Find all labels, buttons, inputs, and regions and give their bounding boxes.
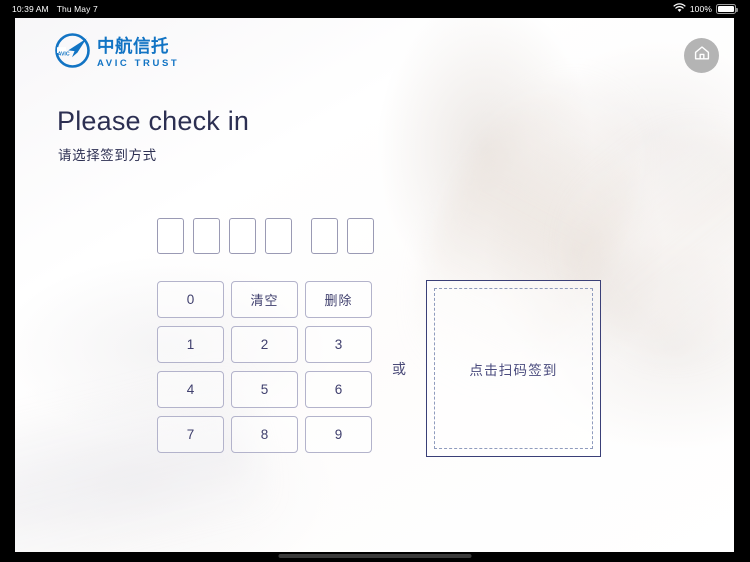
battery-percent-label: 100% — [689, 4, 712, 14]
brand-name-cn: 中航信托 — [97, 36, 169, 56]
status-time: 10:39 AM — [12, 4, 49, 14]
home-button[interactable] — [684, 38, 719, 73]
wifi-icon — [673, 3, 686, 15]
ipad-screen: 10:39 AM Thu May 7 100% AVIC 中航信托 AVIC T… — [0, 0, 750, 562]
key-1[interactable]: 1 — [157, 325, 224, 363]
key-3[interactable]: 3 — [305, 325, 372, 363]
code-input-box[interactable] — [347, 218, 374, 254]
code-input-box[interactable] — [311, 218, 338, 254]
brand-text: 中航信托 AVIC TRUST — [97, 36, 180, 69]
brand-name-en: AVIC TRUST — [97, 57, 180, 69]
avic-logo-icon: AVIC — [55, 33, 90, 73]
status-date: Thu May 7 — [56, 4, 98, 14]
numeric-keypad[interactable]: 0 清空 删除 1 2 3 4 5 6 7 8 9 — [157, 280, 372, 453]
key-delete[interactable]: 删除 — [305, 280, 372, 318]
code-input-group[interactable] — [157, 218, 374, 254]
qr-scan-label: 点击扫码签到 — [469, 362, 558, 378]
page-subtitle: 请选择签到方式 — [58, 148, 157, 163]
battery-icon — [716, 4, 738, 14]
code-input-box[interactable] — [265, 218, 292, 254]
code-input-box[interactable] — [229, 218, 256, 254]
key-9[interactable]: 9 — [305, 415, 372, 453]
code-input-box[interactable] — [193, 218, 220, 254]
svg-text:AVIC: AVIC — [58, 51, 70, 57]
code-input-box[interactable] — [157, 218, 184, 254]
brand-logo: AVIC 中航信托 AVIC TRUST — [55, 33, 179, 73]
key-5[interactable]: 5 — [231, 370, 298, 408]
or-separator: 或 — [392, 360, 406, 377]
key-0[interactable]: 0 — [157, 280, 224, 318]
status-bar-right: 100% — [673, 0, 738, 18]
key-clear[interactable]: 清空 — [231, 280, 298, 318]
home-indicator[interactable] — [278, 554, 472, 558]
key-7[interactable]: 7 — [157, 415, 224, 453]
checkin-methods-row: 0 清空 删除 1 2 3 4 5 6 7 8 9 或 点击扫码签到 — [157, 276, 601, 457]
page-title: Please check in — [57, 106, 250, 136]
key-8[interactable]: 8 — [231, 415, 298, 453]
key-2[interactable]: 2 — [231, 325, 298, 363]
status-bar-left: 10:39 AM Thu May 7 — [12, 4, 98, 14]
key-4[interactable]: 4 — [157, 370, 224, 408]
qr-scan-dashed-frame: 点击扫码签到 — [434, 288, 593, 449]
status-bar: 10:39 AM Thu May 7 100% — [0, 0, 750, 18]
app-card: AVIC 中航信托 AVIC TRUST Please check in 请选择… — [15, 18, 734, 552]
key-6[interactable]: 6 — [305, 370, 372, 408]
battery-fill — [718, 6, 734, 12]
qr-scan-button[interactable]: 点击扫码签到 — [426, 280, 601, 457]
home-icon — [693, 44, 711, 67]
